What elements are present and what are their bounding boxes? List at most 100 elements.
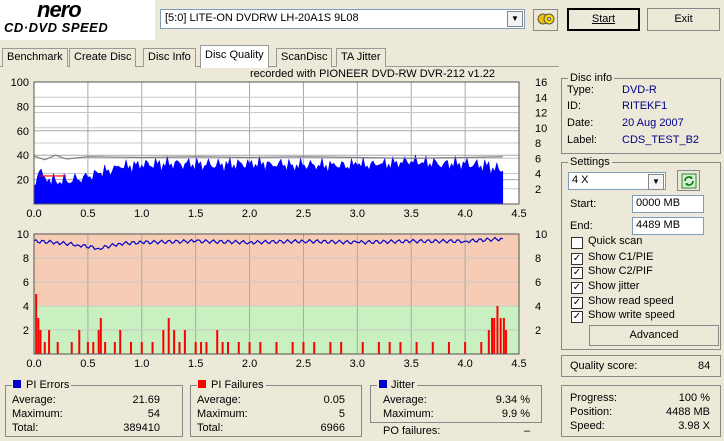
disc-date-label: Date: bbox=[567, 117, 594, 129]
disc-id-label: ID: bbox=[567, 100, 582, 112]
pi-failures-avg-value: 0.05 bbox=[323, 394, 345, 406]
end-mb-input[interactable]: 4489 MB bbox=[632, 217, 704, 235]
exit-button[interactable]: Exit bbox=[647, 8, 720, 31]
y-left-tick-label: 2 bbox=[23, 325, 29, 337]
pi-failure-bar bbox=[200, 342, 203, 354]
pi-failure-bar bbox=[97, 330, 100, 354]
pi-failure-bar bbox=[313, 342, 316, 354]
pi-failure-bar bbox=[48, 330, 51, 354]
y-left-tick-label: 80 bbox=[17, 101, 29, 113]
settings-title: Settings bbox=[568, 156, 612, 168]
y-right-tick-label: 4 bbox=[535, 169, 541, 181]
y-right-tick-label: 10 bbox=[535, 123, 547, 135]
y-left-tick-label: 10 bbox=[17, 229, 29, 241]
chevron-down-icon[interactable]: ▼ bbox=[648, 174, 664, 190]
show-read-speed-label: Show read speed bbox=[588, 295, 674, 307]
show-pif-checkbox[interactable]: ✓ bbox=[571, 267, 583, 279]
tab-create-disc[interactable]: Create Disc bbox=[69, 48, 137, 67]
show-jitter-checkbox[interactable]: ✓ bbox=[571, 282, 583, 294]
pi-failure-bar bbox=[194, 342, 197, 354]
jitter-max-value: 9.9 % bbox=[501, 408, 530, 420]
pi-errors-max-value: 54 bbox=[147, 408, 160, 420]
pi-failure-bar bbox=[140, 342, 143, 354]
speed-select-value: 4 X bbox=[572, 174, 589, 186]
y-left-tick-label: 8 bbox=[23, 253, 29, 265]
pi-failure-bar bbox=[113, 342, 116, 354]
tab-benchmark[interactable]: Benchmark bbox=[2, 48, 68, 67]
pi-errors-max-label: Maximum: bbox=[12, 408, 63, 420]
pi-failure-bar bbox=[493, 318, 496, 354]
disc-tools-icon bbox=[537, 13, 554, 25]
drive-select[interactable]: [5:0] LITE-ON DVDRW LH-20A1S 9L08 ▼ bbox=[160, 9, 525, 29]
quick-scan-checkbox[interactable] bbox=[571, 237, 583, 249]
pi-failure-bar bbox=[340, 342, 343, 354]
tab-scandisc[interactable]: ScanDisc bbox=[276, 48, 333, 67]
show-jitter-label: Show jitter bbox=[588, 280, 640, 292]
pi-errors-chart: 100 80 60 40 20 16 14 12 10 8 6 4 2 0.0 0.5 1.0 1.5 2.0 2.… bbox=[11, 78, 548, 220]
pi-failures-total-value: 6966 bbox=[320, 422, 345, 434]
pi-failure-bar bbox=[496, 306, 499, 354]
pi-failure-bar bbox=[415, 342, 418, 354]
disc-info-title: Disc info bbox=[568, 72, 615, 84]
pi-failure-bar bbox=[216, 330, 219, 354]
tab-disc-info[interactable]: Disc Info bbox=[143, 48, 196, 67]
start-button-label: Start bbox=[591, 13, 616, 25]
start-mb-input[interactable]: 0000 MB bbox=[632, 195, 704, 213]
y-right-tick-label: 10 bbox=[535, 229, 547, 241]
pi-failure-bar bbox=[259, 342, 262, 354]
pi-failures-max-label: Maximum: bbox=[197, 408, 248, 420]
pi-failure-bar bbox=[499, 318, 502, 354]
pi-failure-bar bbox=[86, 342, 89, 354]
exit-button-label: Exit bbox=[674, 13, 693, 25]
start-button[interactable]: Start bbox=[567, 8, 640, 31]
pi-failure-bar bbox=[491, 318, 494, 354]
show-read-speed-checkbox[interactable]: ✓ bbox=[571, 297, 583, 309]
pi-failure-bar bbox=[248, 342, 251, 354]
y-right-tick-label: 12 bbox=[535, 108, 547, 120]
y-left-tick-label: 20 bbox=[17, 175, 29, 187]
y-right-tick-label: 14 bbox=[535, 92, 547, 104]
x-tick-label: 0.5 bbox=[80, 358, 95, 370]
warning-zone-band bbox=[34, 234, 519, 306]
x-tick-label: 4.5 bbox=[511, 208, 526, 220]
pi-failure-bar bbox=[399, 342, 402, 354]
x-tick-label: 0.5 bbox=[80, 208, 95, 220]
pi-failure-bar bbox=[173, 330, 176, 354]
jitter-avg-value: 9.34 % bbox=[495, 394, 530, 406]
quality-score-value: 84 bbox=[698, 360, 711, 372]
show-write-speed-checkbox[interactable]: ✓ bbox=[571, 311, 583, 323]
position-value: 4488 MB bbox=[665, 406, 710, 418]
quality-score-label: Quality score: bbox=[570, 360, 638, 372]
pi-failure-bar bbox=[99, 318, 102, 354]
po-failures-label: PO failures: bbox=[383, 425, 441, 437]
pi-failure-bar bbox=[119, 330, 122, 354]
po-failures-value: – bbox=[523, 425, 530, 437]
pi-failure-bar bbox=[291, 342, 294, 354]
advanced-button[interactable]: Advanced bbox=[589, 325, 719, 346]
speed-select[interactable]: 4 X ▼ bbox=[568, 172, 666, 190]
x-tick-label: 3.0 bbox=[350, 208, 365, 220]
pi-failure-bar bbox=[377, 342, 380, 354]
chevron-down-icon[interactable]: ▼ bbox=[507, 11, 523, 27]
refresh-icon bbox=[681, 173, 696, 189]
end-mb-label: End: bbox=[570, 220, 593, 232]
y-right-tick-label: 6 bbox=[535, 277, 541, 289]
tab-ta-jitter[interactable]: TA Jitter bbox=[336, 48, 386, 67]
pi-errors-color-swatch bbox=[13, 380, 21, 388]
x-tick-label: 0.0 bbox=[26, 208, 41, 220]
pi-failures-total-label: Total: bbox=[197, 422, 224, 434]
show-pif-label: Show C2/PIF bbox=[588, 265, 653, 277]
tab-disc-quality[interactable]: Disc Quality bbox=[200, 45, 269, 68]
show-pie-checkbox[interactable]: ✓ bbox=[571, 253, 583, 265]
drive-refresh-button[interactable] bbox=[533, 9, 558, 31]
start-mb-label: Start: bbox=[570, 198, 597, 210]
jitter-color-swatch bbox=[379, 380, 387, 388]
pi-failure-bar bbox=[329, 342, 332, 354]
pi-failure-bar bbox=[221, 342, 224, 354]
y-right-tick-label: 16 bbox=[535, 78, 547, 89]
y-left-tick-label: 40 bbox=[17, 150, 29, 162]
pi-failure-bar bbox=[361, 342, 364, 354]
speed-refresh-button[interactable] bbox=[677, 170, 700, 191]
pi-failure-bar bbox=[502, 318, 505, 354]
quick-scan-label: Quick scan bbox=[588, 235, 643, 247]
